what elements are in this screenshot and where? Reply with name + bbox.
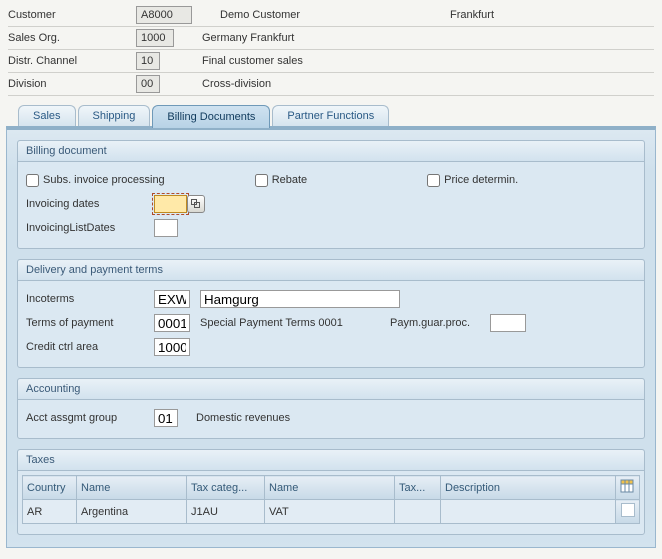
billing-document-group: Billing document Subs. invoice processin… [17,140,645,249]
taxes-col-name2[interactable]: Name [265,476,395,500]
taxes-cell-country[interactable]: AR [23,500,77,524]
f4-help-icon [191,199,201,209]
payguar-input[interactable] [490,314,526,332]
subs-invoice-input[interactable] [26,174,39,187]
invoicing-dates-input[interactable] [154,195,187,213]
delivery-payment-group: Delivery and payment terms Incoterms Ter… [17,259,645,368]
taxes-col-taxcat[interactable]: Tax categ... [187,476,265,500]
terms-of-payment-label: Terms of payment [26,317,154,329]
acct-assgmt-group-input[interactable] [154,409,178,427]
incoterms-label: Incoterms [26,293,154,305]
sales-org-label: Sales Org. [8,32,136,44]
rebate-input[interactable] [255,174,268,187]
accounting-group: Accounting Acct assgmt group Domestic re… [17,378,645,439]
subs-invoice-label: Subs. invoice processing [43,174,165,186]
distr-channel-field[interactable]: 10 [136,52,160,70]
taxes-cell-taxcat[interactable]: J1AU [187,500,265,524]
delivery-payment-title: Delivery and payment terms [18,260,644,281]
taxes-row-end [616,500,640,524]
acct-assgmt-group-text: Domestic revenues [196,412,290,424]
accounting-title: Accounting [18,379,644,400]
invoicing-dates-f4-button[interactable] [187,195,205,213]
tab-shipping[interactable]: Shipping [78,105,151,126]
taxes-col-country[interactable]: Country [23,476,77,500]
invoicing-dates-label: Invoicing dates [26,198,154,210]
incoterms-code-input[interactable] [154,290,190,308]
credit-ctrl-area-label: Credit ctrl area [26,341,154,353]
taxes-cell-tax[interactable] [395,500,441,524]
terms-of-payment-input[interactable] [154,314,190,332]
price-determin-checkbox[interactable]: Price determin. [427,174,518,187]
taxes-row[interactable]: AR Argentina J1AU VAT [23,500,640,524]
division-label: Division [8,78,136,90]
tab-sales[interactable]: Sales [18,105,76,126]
sales-org-text: Germany Frankfurt [202,32,294,44]
subs-invoice-checkbox[interactable]: Subs. invoice processing [26,174,165,187]
price-determin-input[interactable] [427,174,440,187]
terms-of-payment-text: Special Payment Terms 0001 [200,317,390,329]
customer-city-text: Frankfurt [450,9,494,21]
distr-channel-text: Final customer sales [202,55,303,67]
row-selector-icon[interactable] [621,503,635,517]
rebate-label: Rebate [272,174,307,186]
taxes-cell-desc[interactable] [441,500,616,524]
payguar-label: Paym.guar.proc. [390,317,490,329]
price-determin-label: Price determin. [444,174,518,186]
taxes-cell-name[interactable]: Argentina [77,500,187,524]
taxes-col-name[interactable]: Name [77,476,187,500]
table-settings-icon [620,479,634,493]
taxes-config-button[interactable] [616,476,640,500]
taxes-col-tax[interactable]: Tax... [395,476,441,500]
distr-channel-label: Distr. Channel [8,55,136,67]
acct-assgmt-group-label: Acct assgmt group [26,412,154,424]
customer-label: Customer [8,9,136,21]
tab-partner-functions[interactable]: Partner Functions [272,105,389,126]
tab-billing-documents[interactable]: Billing Documents [152,105,270,128]
customer-field[interactable]: A8000 [136,6,192,24]
taxes-group: Taxes Country Name Tax categ... Name Tax… [17,449,645,535]
credit-ctrl-area-input[interactable] [154,338,190,356]
taxes-table: Country Name Tax categ... Name Tax... De… [22,475,640,524]
taxes-col-desc[interactable]: Description [441,476,616,500]
invoicing-list-dates-input[interactable] [154,219,178,237]
billing-documents-panel: Billing document Subs. invoice processin… [6,128,656,548]
customer-name-text: Demo Customer [220,9,450,21]
invoicing-list-dates-label: InvoicingListDates [26,222,154,234]
taxes-title: Taxes [18,450,644,471]
incoterms-text-input[interactable] [200,290,400,308]
tabstrip: Sales Shipping Billing Documents Partner… [6,104,656,128]
rebate-checkbox[interactable]: Rebate [255,174,307,187]
header-area: Customer A8000 Demo Customer Frankfurt S… [0,0,662,104]
billing-document-title: Billing document [18,141,644,162]
division-field[interactable]: 00 [136,75,160,93]
division-text: Cross-division [202,78,271,90]
taxes-cell-name2[interactable]: VAT [265,500,395,524]
sales-org-field[interactable]: 1000 [136,29,174,47]
